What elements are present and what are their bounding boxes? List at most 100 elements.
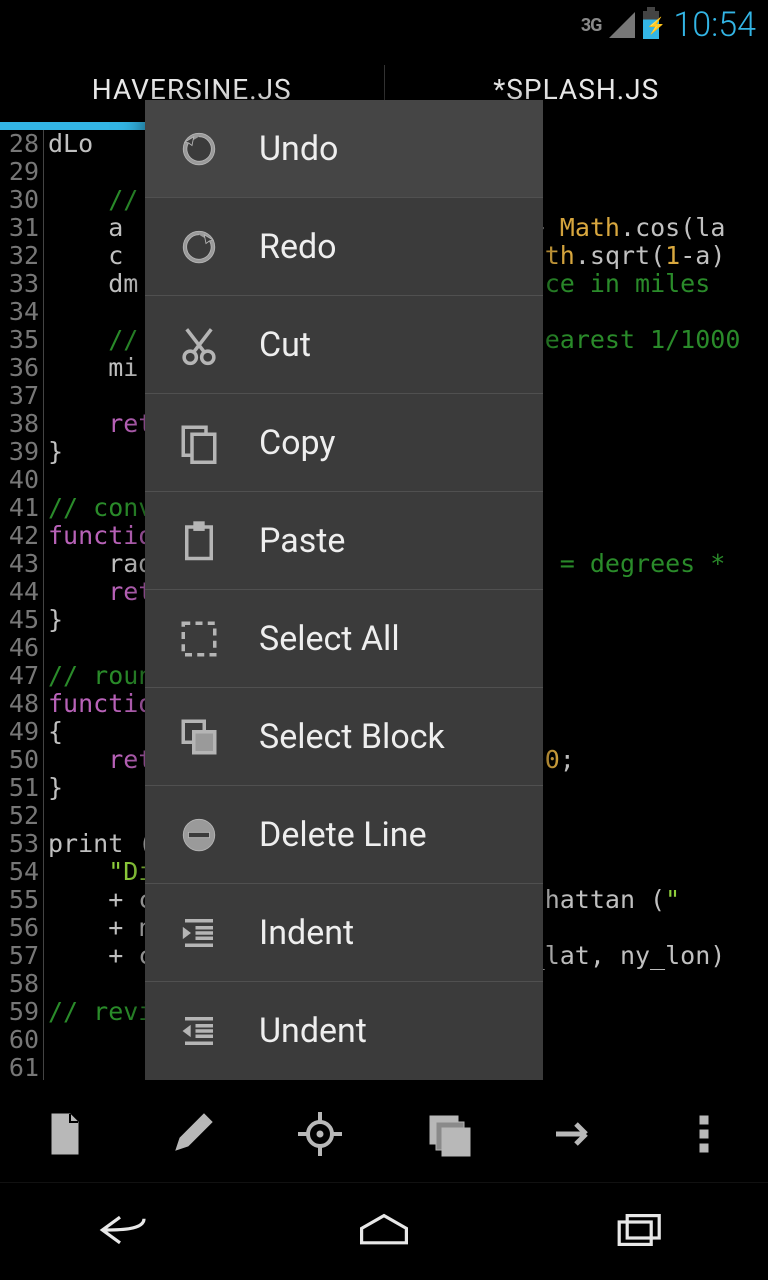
menu-item-select-all[interactable]: Select All — [145, 590, 543, 688]
battery-icon: ⚡ — [643, 11, 659, 39]
line-number: 46 — [0, 634, 44, 662]
windows-button[interactable] — [393, 1086, 503, 1182]
menu-item-redo[interactable]: Redo — [145, 198, 543, 296]
code-text: functio — [48, 522, 153, 550]
menu-item-label: Delete Line — [259, 815, 427, 855]
menu-item-select-block[interactable]: Select Block — [145, 688, 543, 786]
new-file-button[interactable] — [9, 1086, 119, 1182]
code-text: "Di — [48, 858, 153, 886]
code-text: } — [48, 606, 63, 634]
line-number: 57 — [0, 942, 44, 970]
line-number: 40 — [0, 466, 44, 494]
home-icon — [352, 1206, 416, 1254]
cut-icon — [173, 319, 225, 371]
select-block-icon — [173, 711, 225, 763]
code-text: dLo — [48, 130, 93, 158]
line-number: 43 — [0, 550, 44, 578]
status-clock: 10:54 — [673, 5, 756, 45]
signal-icon — [609, 12, 635, 38]
line-number: 55 — [0, 886, 44, 914]
line-number: 49 — [0, 718, 44, 746]
menu-item-label: Select Block — [259, 717, 445, 757]
menu-item-delete-line[interactable]: Delete Line — [145, 786, 543, 884]
line-number: 35 — [0, 326, 44, 354]
toolbar — [0, 1086, 768, 1182]
redo-icon — [173, 221, 225, 273]
line-number: 31 — [0, 214, 44, 242]
line-number: 47 — [0, 662, 44, 690]
line-number: 38 — [0, 410, 44, 438]
line-number: 48 — [0, 690, 44, 718]
line-number: 56 — [0, 914, 44, 942]
menu-item-copy[interactable]: Copy — [145, 394, 543, 492]
line-number: 50 — [0, 746, 44, 774]
edit-button[interactable] — [137, 1086, 247, 1182]
recent-button[interactable] — [608, 1206, 672, 1258]
delete-line-icon — [173, 809, 225, 861]
undo-icon — [173, 123, 225, 175]
stack-icon — [424, 1110, 472, 1158]
goto-button[interactable] — [265, 1086, 375, 1182]
back-icon — [96, 1206, 160, 1254]
menu-item-label: Redo — [259, 227, 337, 267]
menu-item-label: Undent — [259, 1011, 367, 1051]
menu-item-cut[interactable]: Cut — [145, 296, 543, 394]
pencil-icon — [168, 1110, 216, 1158]
copy-icon — [173, 417, 225, 469]
overflow-icon — [680, 1110, 728, 1158]
menu-item-undent[interactable]: Undent — [145, 982, 543, 1080]
menu-item-paste[interactable]: Paste — [145, 492, 543, 590]
paste-icon — [173, 515, 225, 567]
menu-item-label: Paste — [259, 521, 345, 561]
run-button[interactable] — [521, 1086, 631, 1182]
line-number: 52 — [0, 802, 44, 830]
select-all-icon — [173, 613, 225, 665]
status-bar: 3G ⚡ 10:54 — [0, 0, 768, 50]
menu-item-label: Indent — [259, 913, 354, 953]
line-number: 36 — [0, 354, 44, 382]
line-number: 45 — [0, 606, 44, 634]
line-number: 41 — [0, 494, 44, 522]
line-number: 51 — [0, 774, 44, 802]
line-number: 61 — [0, 1054, 44, 1080]
menu-item-label: Select All — [259, 619, 400, 659]
line-number: 58 — [0, 970, 44, 998]
line-number: 59 — [0, 998, 44, 1026]
code-text: // conv — [48, 494, 153, 522]
menu-item-label: Cut — [259, 325, 311, 365]
context-menu: Undo Redo Cut Copy Paste Select All Select Blo… — [145, 100, 543, 1080]
back-button[interactable] — [96, 1206, 160, 1258]
home-button[interactable] — [352, 1206, 416, 1258]
line-number: 29 — [0, 158, 44, 186]
code-text: ret — [48, 410, 153, 438]
code-text: mi — [48, 354, 138, 382]
network-3g-label: 3G — [581, 15, 602, 36]
menu-item-label: Copy — [259, 423, 336, 463]
file-icon — [40, 1110, 88, 1158]
recent-icon — [608, 1206, 672, 1254]
line-number: 53 — [0, 830, 44, 858]
target-icon — [296, 1110, 344, 1158]
line-number: 60 — [0, 1026, 44, 1054]
system-nav-bar — [0, 1182, 768, 1280]
line-number: 32 — [0, 242, 44, 270]
line-number: 28 — [0, 130, 44, 158]
line-number: 42 — [0, 522, 44, 550]
line-number: 30 — [0, 186, 44, 214]
menu-item-undo[interactable]: Undo — [145, 100, 543, 198]
line-number: 44 — [0, 578, 44, 606]
code-text: print ( — [48, 830, 153, 858]
indent-icon — [173, 907, 225, 959]
code-text: // roun — [48, 662, 153, 690]
line-number: 37 — [0, 382, 44, 410]
undent-icon — [173, 1005, 225, 1057]
code-text: // — [48, 186, 153, 214]
code-text: ret — [48, 578, 153, 606]
code-text: { — [48, 718, 63, 746]
line-number: 34 — [0, 298, 44, 326]
menu-item-indent[interactable]: Indent — [145, 884, 543, 982]
code-text: } — [48, 438, 63, 466]
overflow-button[interactable] — [649, 1086, 759, 1182]
line-number: 39 — [0, 438, 44, 466]
run-icon — [552, 1110, 600, 1158]
